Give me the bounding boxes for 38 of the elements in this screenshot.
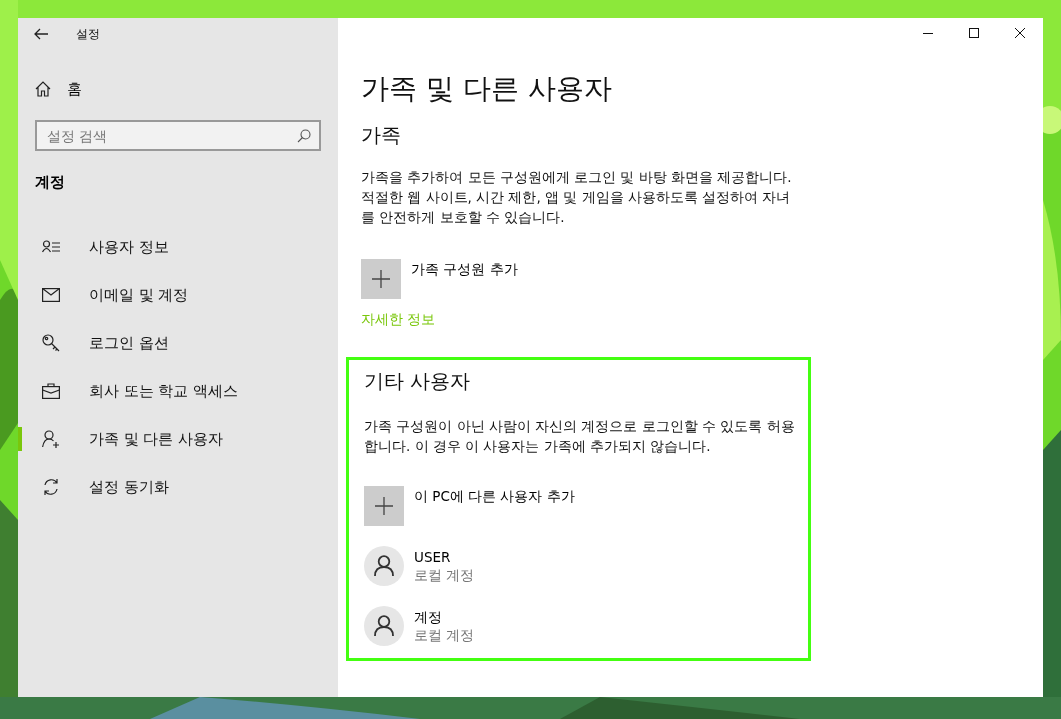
add-label[interactable]: 가족 구성원 추가 [411, 261, 518, 279]
plus-icon [372, 270, 390, 288]
search-icon [297, 129, 311, 143]
briefcase-icon [42, 383, 60, 399]
close-icon [1015, 28, 1025, 38]
window-title: 설정 [76, 25, 100, 43]
section-description: 가족을 추가하여 모든 구성원에게 로그인 및 바탕 화면을 제공합니다. 적절한 웹 사이트, 시간 제한, 앱 및 게임을 사용하도록 설정하여 자녀를 안전하게 보호할 수 있습니다. [361, 168, 793, 227]
user-name: 계정 [414, 608, 443, 626]
section-description: 가족 구성원이 아닌 사람이 자신의 계정으로 로그인할 수 있도록 허용합니다. 이 경우 이 사용자는 가족에 추가되지 않습니다. [364, 417, 796, 456]
home-icon [35, 81, 51, 97]
add-button[interactable] [364, 486, 404, 526]
sidebar-item[interactable]: 회사 또는 학교 액세스 [18, 367, 338, 415]
back-icon[interactable] [34, 28, 48, 40]
section-heading: 가족 [361, 122, 402, 149]
section-heading: 기타 사용자 [364, 368, 472, 395]
maximize-icon [969, 28, 979, 38]
add-label[interactable]: 이 PC에 다른 사용자 추가 [414, 488, 575, 506]
contact-card-icon [42, 239, 60, 255]
account-type: 로컬 계정 [414, 566, 475, 584]
search-field[interactable]: 설정 검색 [35, 120, 321, 151]
key-icon [42, 334, 60, 352]
person-add-icon [42, 430, 60, 448]
sidebar-item[interactable]: 설정 동기화 [18, 463, 338, 511]
sync-icon [42, 478, 60, 496]
section-heading: 계정 [34, 173, 66, 192]
home-link[interactable]: 홈 [67, 79, 82, 99]
sidebar-item[interactable]: 로그인 옵션 [18, 319, 338, 367]
avatar-icon [364, 606, 404, 646]
page-title: 가족 및 다른 사용자 [361, 71, 613, 107]
sidebar-item[interactable]: 사용자 정보 [18, 223, 338, 271]
plus-icon [375, 497, 393, 515]
user-name: USER [414, 548, 452, 566]
add-button[interactable] [361, 259, 401, 299]
avatar-icon [364, 546, 404, 586]
sidebar-item[interactable]: 이메일 및 계정 [18, 271, 338, 319]
minimize-icon [923, 32, 933, 34]
mail-icon [42, 288, 60, 302]
account-type: 로컬 계정 [414, 626, 475, 644]
